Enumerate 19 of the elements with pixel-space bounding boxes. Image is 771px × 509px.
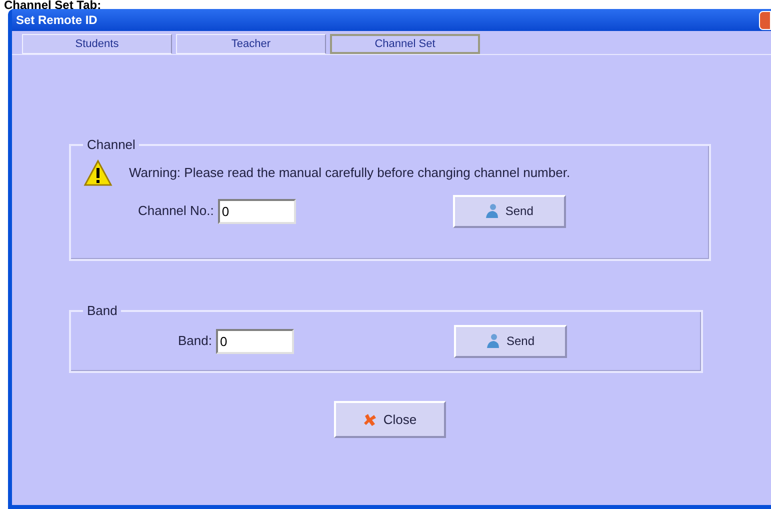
- close-button[interactable]: Close: [334, 401, 446, 438]
- person-icon: [485, 203, 500, 219]
- field-label: Channel No.:: [138, 202, 214, 220]
- cross-icon: [363, 412, 378, 426]
- send-button[interactable]: Send: [452, 194, 566, 228]
- warning-icon: [83, 158, 113, 186]
- warning-text: Warning: Please read the manual carefully before changing channel number.: [129, 164, 570, 182]
- tab[interactable]: Channel Set: [330, 34, 480, 54]
- tab[interactable]: Teacher: [176, 34, 326, 54]
- caption: Channel Set Tab:: [3, 0, 102, 9]
- input-field[interactable]: 0: [216, 328, 294, 354]
- person-icon: [486, 333, 500, 349]
- tab[interactable]: Students: [22, 34, 172, 54]
- send-button[interactable]: Send: [454, 324, 567, 358]
- window-title: Set Remote ID: [16, 12, 98, 29]
- group-title: Band: [86, 302, 118, 320]
- field-label: Band:: [178, 332, 212, 350]
- group-title: Channel: [86, 136, 136, 154]
- input-field[interactable]: 0: [218, 198, 296, 224]
